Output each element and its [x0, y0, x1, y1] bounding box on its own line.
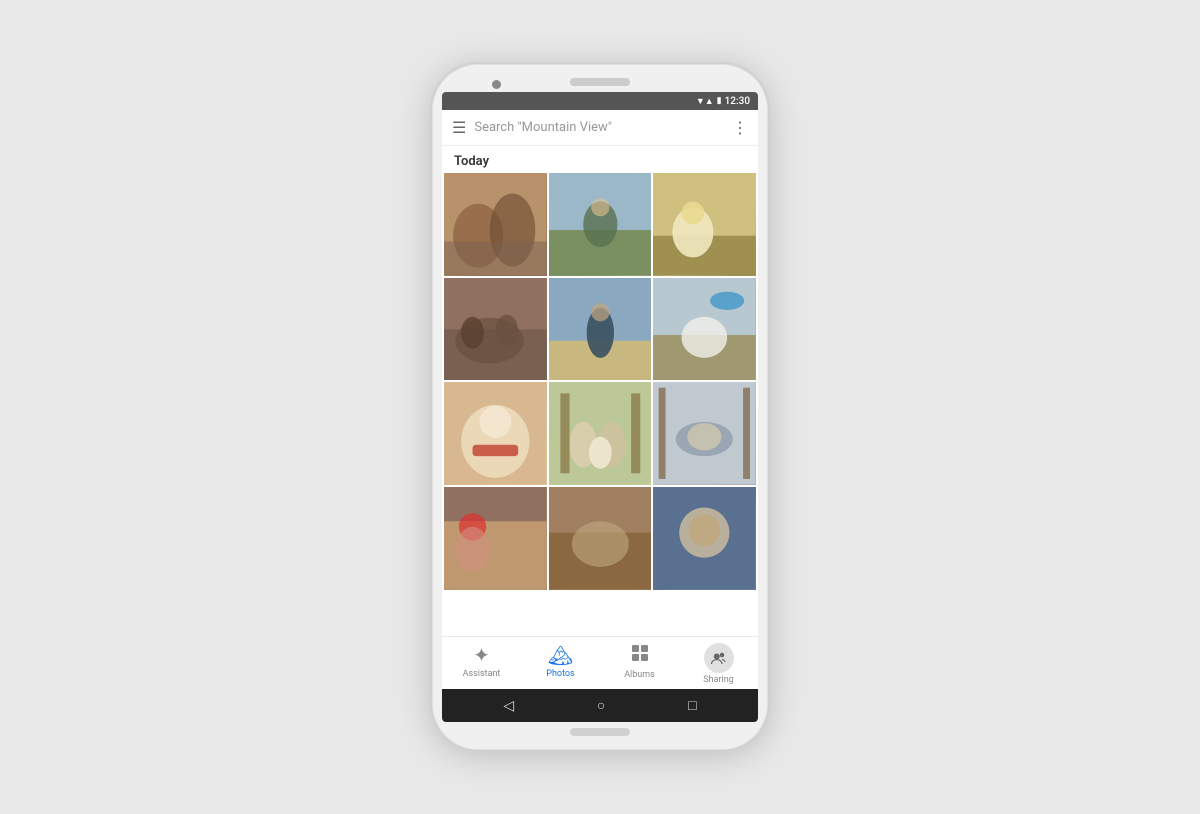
nav-item-albums[interactable]: Albums: [600, 643, 679, 685]
nav-item-assistant[interactable]: ✦ Assistant: [442, 643, 521, 685]
phone-bottom-bar: [570, 728, 630, 736]
bottom-navigation: ✦ Assistant 🏔 Photos Albums: [442, 636, 758, 689]
photo-svg: [444, 382, 547, 485]
nav-label-albums: Albums: [624, 670, 655, 680]
photo-item[interactable]: [653, 278, 756, 381]
photos-area[interactable]: Today: [442, 146, 758, 636]
assistant-icon: ✦: [473, 643, 490, 667]
photo-item[interactable]: [549, 173, 652, 276]
time-display: 12:30: [725, 96, 750, 107]
home-button[interactable]: ○: [597, 697, 605, 714]
photos-icon: 🏔: [548, 643, 573, 667]
phone-frame: ▼▲ ▮ 12:30 ☰ Search "Mountain View" ⋮ To…: [430, 62, 770, 752]
battery-icon: ▮: [717, 96, 722, 106]
photo-item[interactable]: [653, 382, 756, 485]
nav-label-photos: Photos: [546, 669, 574, 679]
photo-svg: [549, 278, 652, 381]
nav-label-sharing: Sharing: [703, 675, 733, 685]
photo-item[interactable]: [444, 382, 547, 485]
photo-item[interactable]: [549, 278, 652, 381]
nav-item-photos[interactable]: 🏔 Photos: [521, 643, 600, 685]
photo-svg: [444, 173, 547, 276]
photo-svg: [444, 487, 547, 590]
photo-item[interactable]: [653, 173, 756, 276]
phone-top-bar: [442, 78, 758, 86]
front-camera: [492, 80, 501, 89]
sharing-icon: [704, 643, 734, 673]
photo-svg: [653, 382, 756, 485]
photo-grid: [442, 173, 758, 592]
photo-svg: [549, 382, 652, 485]
photo-svg: [444, 278, 547, 381]
speaker: [570, 78, 630, 86]
photo-svg: [653, 487, 756, 590]
photo-item[interactable]: [549, 382, 652, 485]
photo-svg: [653, 278, 756, 381]
more-options-icon[interactable]: ⋮: [732, 118, 748, 137]
recents-button[interactable]: □: [688, 697, 696, 714]
signal-icon: ▼▲: [696, 96, 714, 107]
photo-item[interactable]: [653, 487, 756, 590]
photo-svg: [549, 173, 652, 276]
photo-svg: [549, 487, 652, 590]
photo-item[interactable]: [444, 278, 547, 381]
section-title-today: Today: [442, 146, 758, 173]
nav-label-assistant: Assistant: [463, 669, 501, 679]
nav-item-sharing[interactable]: Sharing: [679, 643, 758, 685]
back-button[interactable]: ◁: [503, 698, 514, 714]
system-nav-bar: ◁ ○ □: [442, 689, 758, 722]
photo-item[interactable]: [444, 487, 547, 590]
photo-item[interactable]: [444, 173, 547, 276]
photo-item[interactable]: [549, 487, 652, 590]
phone-screen: ▼▲ ▮ 12:30 ☰ Search "Mountain View" ⋮ To…: [442, 92, 758, 722]
photo-svg: [653, 173, 756, 276]
albums-icon: [630, 643, 650, 668]
hamburger-icon[interactable]: ☰: [452, 118, 466, 137]
search-bar: ☰ Search "Mountain View" ⋮: [442, 110, 758, 146]
status-icons: ▼▲ ▮ 12:30: [696, 96, 750, 107]
status-bar: ▼▲ ▮ 12:30: [442, 92, 758, 110]
search-placeholder[interactable]: Search "Mountain View": [474, 120, 724, 135]
